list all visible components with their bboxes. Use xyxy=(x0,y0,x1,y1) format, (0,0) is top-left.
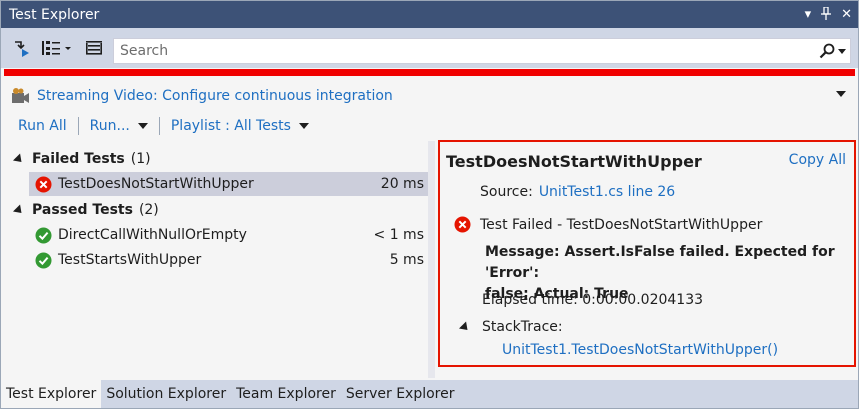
search-options[interactable] xyxy=(814,43,850,59)
passed-icon xyxy=(35,227,52,243)
command-separator xyxy=(77,117,79,135)
search-box[interactable] xyxy=(113,38,851,64)
failed-icon xyxy=(35,176,52,192)
group-count: (2) xyxy=(138,202,159,218)
streaming-video-label[interactable]: Streaming Video: Configure continuous in… xyxy=(37,88,393,104)
test-row[interactable]: TestStartsWithUpper 5 ms xyxy=(29,248,428,272)
window-title: Test Explorer xyxy=(9,6,100,23)
run-tests-after-build-icon[interactable] xyxy=(9,35,35,61)
playlist-chevron-icon xyxy=(298,123,309,129)
copy-all-link[interactable]: Copy All xyxy=(789,152,846,168)
failed-icon xyxy=(454,216,471,233)
streaming-dropdown-icon[interactable] xyxy=(836,91,846,97)
command-bar: Run All Run... Playlist : All Tests xyxy=(18,116,309,136)
tab-solution-explorer[interactable]: Solution Explorer xyxy=(101,380,231,408)
detail-test-name: TestDoesNotStartWithUpper xyxy=(446,152,702,171)
source-link[interactable]: UnitTest1.cs line 26 xyxy=(539,184,675,200)
run-menu-chevron-icon xyxy=(137,123,148,129)
test-duration: < 1 ms xyxy=(373,227,424,243)
tool-window-tabs: Test Explorer Solution Explorer Team Exp… xyxy=(1,380,858,408)
search-dropdown-icon[interactable] xyxy=(837,48,846,54)
close-icon[interactable]: ✕ xyxy=(841,8,852,21)
test-explorer-window: Test Explorer ▾ ✕ Search Streaming Video… xyxy=(0,0,859,409)
run-all-button[interactable]: Run All xyxy=(18,118,67,134)
pin-icon[interactable] xyxy=(821,5,832,23)
test-detail-pane: TestDoesNotStartWithUpper Copy All Sourc… xyxy=(438,140,856,367)
search-icon[interactable] xyxy=(819,43,835,59)
window-dropdown-icon[interactable]: ▾ xyxy=(805,8,812,21)
expand-triangle-icon[interactable] xyxy=(458,320,472,334)
test-row[interactable]: DirectCallWithNullOrEmpty < 1 ms xyxy=(29,223,428,247)
stacktrace-label: StackTrace: xyxy=(482,319,563,335)
test-name: TestDoesNotStartWithUpper xyxy=(58,176,254,192)
window-controls: ▾ ✕ xyxy=(805,1,852,28)
command-separator xyxy=(158,117,160,135)
video-icon xyxy=(12,88,29,103)
group-name: Failed Tests xyxy=(32,151,125,167)
expand-triangle-icon[interactable] xyxy=(12,203,26,217)
tab-server-explorer[interactable]: Server Explorer xyxy=(341,380,460,408)
run-menu-label: Run... xyxy=(89,118,130,134)
stack-frame-link[interactable]: UnitTest1.TestDoesNotStartWithUpper() xyxy=(502,342,778,358)
test-name: DirectCallWithNullOrEmpty xyxy=(58,227,247,243)
group-name: Passed Tests xyxy=(32,202,133,218)
tab-test-explorer[interactable]: Test Explorer xyxy=(1,380,102,408)
test-status-bar xyxy=(4,69,855,76)
failure-message-line: Message: Assert.IsFalse failed. Expected… xyxy=(485,244,835,281)
group-by-icon[interactable] xyxy=(39,35,77,61)
playlist-view-icon[interactable] xyxy=(81,35,107,61)
group-failed-tests[interactable]: Failed Tests (1) xyxy=(5,147,428,171)
playlist-menu-button[interactable]: Playlist : All Tests xyxy=(171,118,309,134)
stacktrace-header[interactable]: StackTrace: xyxy=(458,319,563,335)
test-name: TestStartsWithUpper xyxy=(58,252,202,268)
run-menu-button[interactable]: Run... xyxy=(90,118,148,134)
pane-splitter[interactable] xyxy=(428,141,435,378)
tab-team-explorer[interactable]: Team Explorer xyxy=(231,380,341,408)
title-bar: Test Explorer ▾ ✕ xyxy=(1,1,858,28)
test-duration: 20 ms xyxy=(380,176,424,192)
search-input[interactable] xyxy=(114,43,814,59)
source-label: Source: xyxy=(480,184,533,200)
playlist-menu-label: Playlist : All Tests xyxy=(170,118,291,134)
test-result-row: Test Failed - TestDoesNotStartWithUpper xyxy=(454,216,762,233)
expand-triangle-icon[interactable] xyxy=(12,152,26,166)
test-list: Failed Tests (1) TestDoesNotStartWithUpp… xyxy=(5,141,428,378)
passed-icon xyxy=(35,252,52,268)
elapsed-time: Elapsed time: 0:00:00.0204133 xyxy=(482,292,704,308)
test-row[interactable]: TestDoesNotStartWithUpper 20 ms xyxy=(29,172,428,196)
group-passed-tests[interactable]: Passed Tests (2) xyxy=(5,198,428,222)
streaming-video-link[interactable]: Streaming Video: Configure continuous in… xyxy=(11,85,393,107)
test-result-text: Test Failed - TestDoesNotStartWithUpper xyxy=(480,216,763,233)
test-duration: 5 ms xyxy=(389,252,424,268)
source-row: Source: UnitTest1.cs line 26 xyxy=(480,184,675,200)
group-count: (1) xyxy=(130,151,151,167)
